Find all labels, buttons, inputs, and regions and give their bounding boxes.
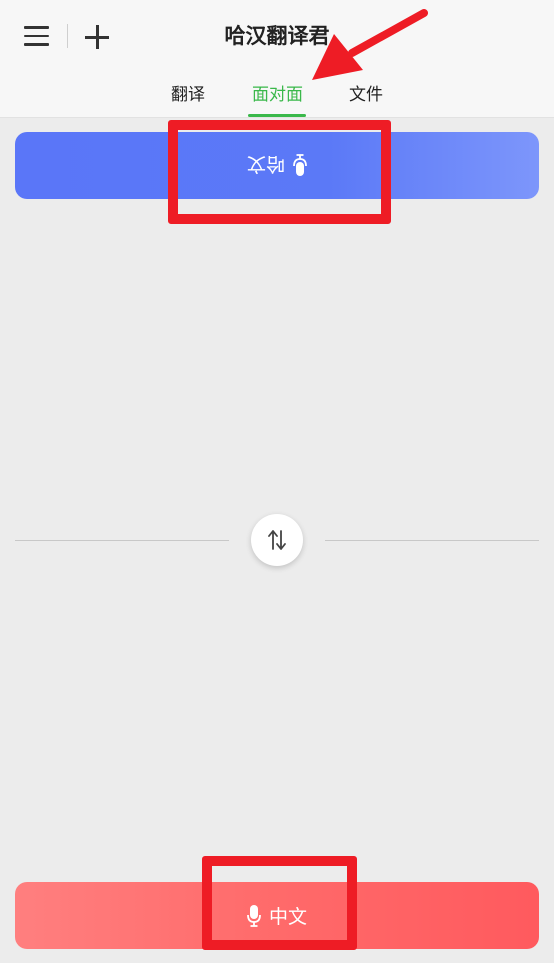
center-divider-right — [325, 540, 539, 541]
tab-file[interactable]: 文件 — [349, 80, 383, 105]
swap-language-button[interactable] — [251, 514, 303, 566]
center-divider-left — [15, 540, 229, 541]
kazakh-speak-button[interactable]: 哈文 — [15, 132, 539, 199]
chinese-speak-button[interactable]: 中文 — [15, 882, 539, 949]
chinese-language-label: 中文 — [268, 906, 307, 928]
kazakh-language-label: 哈文 — [246, 153, 285, 175]
tab-face-to-face[interactable]: 面对面 — [252, 80, 303, 105]
swap-arrows-icon — [268, 530, 286, 550]
microphone-icon — [247, 904, 261, 927]
microphone-icon — [293, 154, 307, 177]
app-header: 哈汉翻译君 翻译 面对面 文件 — [0, 0, 554, 118]
active-tab-indicator — [248, 114, 306, 117]
tab-translate[interactable]: 翻译 — [171, 80, 205, 105]
app-title: 哈汉翻译君 — [224, 24, 330, 48]
